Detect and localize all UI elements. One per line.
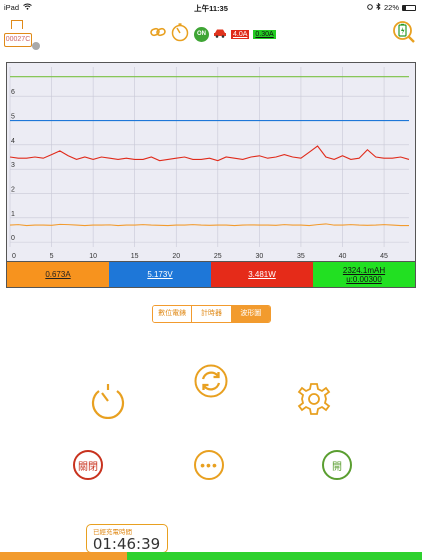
capacity-value: 2324.1mAH bbox=[342, 265, 386, 275]
charge-progress-fill bbox=[0, 552, 127, 560]
current-reading-badge[interactable]: 0.30A bbox=[253, 29, 276, 39]
current-readout[interactable]: 0.673A bbox=[7, 262, 109, 287]
series-line-2 bbox=[9, 145, 410, 162]
series-line-3 bbox=[9, 223, 409, 227]
charge-progress-bar bbox=[0, 552, 422, 560]
x-tick-label: 20 bbox=[172, 253, 180, 260]
more-button[interactable]: ••• bbox=[194, 450, 224, 480]
status-time: 上午11:35 bbox=[194, 4, 228, 13]
stopwatch-button[interactable] bbox=[89, 381, 127, 424]
settings-button[interactable] bbox=[297, 382, 331, 421]
tab-waveform[interactable]: 波形圖 bbox=[231, 306, 270, 322]
voltage-readout[interactable]: 5.173V bbox=[109, 262, 211, 287]
tab-timer[interactable]: 計時器 bbox=[192, 306, 232, 322]
bluetooth-icon bbox=[376, 2, 381, 12]
x-tick-label: 10 bbox=[89, 253, 97, 260]
waveform-chart: 0 5 10 15 20 25 30 35 40 45 0 1 2 3 4 5 6 bbox=[6, 62, 416, 262]
car-icon bbox=[213, 25, 227, 43]
app-screen: iPad 上午11:35 22% 00027C ON 4.0A 0.30A 0 … bbox=[0, 0, 422, 560]
open-output-button[interactable]: 開 bbox=[322, 450, 352, 480]
close-output-button[interactable]: 關閉 bbox=[73, 450, 103, 480]
refresh-button[interactable] bbox=[193, 363, 229, 404]
toolbar-status: ON 4.0A 0.30A bbox=[150, 22, 276, 47]
y-tick-label: 5 bbox=[11, 114, 15, 121]
readout-bar: 0.673A 5.173V 3.481W 2324.1mAH u:0.00300 bbox=[6, 262, 416, 288]
x-tick-label: 15 bbox=[131, 253, 139, 260]
y-tick-label: 3 bbox=[11, 162, 15, 169]
gear-icon bbox=[297, 383, 331, 420]
device-selector[interactable]: 00027C bbox=[4, 18, 34, 48]
x-tick-label: 35 bbox=[297, 253, 305, 260]
power-on-badge[interactable]: ON bbox=[194, 26, 209, 42]
status-bar: iPad 上午11:35 22% bbox=[0, 0, 422, 14]
location-icon bbox=[367, 3, 373, 12]
y-tick-label: 4 bbox=[11, 138, 15, 145]
x-tick-label: 25 bbox=[214, 253, 222, 260]
y-tick-label: 6 bbox=[11, 89, 15, 96]
y-tick-label: 0 bbox=[11, 235, 15, 242]
link-icon[interactable] bbox=[150, 25, 166, 43]
battery-charge-icon[interactable] bbox=[392, 20, 416, 44]
power-readout[interactable]: 3.481W bbox=[211, 262, 313, 287]
waveform-chart-svg: 0 5 10 15 20 25 30 35 40 450123456 bbox=[9, 67, 410, 260]
y-tick-label: 1 bbox=[11, 211, 15, 218]
connection-status-dot bbox=[32, 42, 40, 50]
timer-icon[interactable] bbox=[170, 22, 190, 47]
refresh-icon bbox=[193, 364, 229, 403]
battery-icon bbox=[402, 4, 416, 11]
x-tick-label: 0 bbox=[12, 253, 16, 260]
x-tick-label: 40 bbox=[339, 253, 347, 260]
device-label: 00027C bbox=[4, 33, 32, 47]
y-tick-label: 2 bbox=[11, 186, 15, 193]
tab-digital-meter[interactable]: 數位電錶 bbox=[153, 306, 193, 322]
battery-percent: 22% bbox=[383, 3, 399, 12]
capacity-subvalue: u:0.00300 bbox=[346, 274, 382, 284]
charge-timer: 已經充電時間 01:46:39 bbox=[86, 524, 168, 553]
device-icon bbox=[11, 20, 23, 29]
view-tabs: 數位電錶 計時器 波形圖 bbox=[152, 305, 271, 323]
stopwatch-icon bbox=[89, 384, 127, 423]
capacity-readout[interactable]: 2324.1mAH u:0.00300 bbox=[313, 262, 415, 287]
x-tick-label: 5 bbox=[50, 253, 54, 260]
charge-timer-value: 01:46:39 bbox=[92, 535, 161, 553]
x-tick-label: 45 bbox=[380, 253, 388, 260]
x-tick-label: 30 bbox=[255, 253, 263, 260]
current-limit-badge[interactable]: 4.0A bbox=[231, 29, 250, 39]
